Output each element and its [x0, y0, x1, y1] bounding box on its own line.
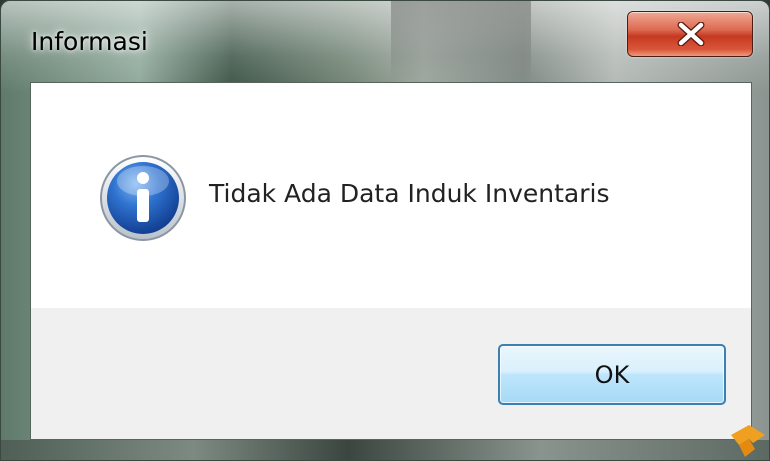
window-title: Informasi — [31, 27, 148, 56]
close-icon — [677, 22, 705, 46]
watermark-logo-icon — [731, 425, 765, 457]
window-bottom-frame — [1, 440, 769, 460]
dialog-body: Tidak Ada Data Induk Inventaris OK — [30, 82, 752, 440]
dialog-window: Informasi Tidak Ada Data Induk Inventari… — [0, 0, 770, 461]
message-text: Tidak Ada Data Induk Inventaris — [209, 179, 610, 208]
info-icon — [100, 155, 186, 241]
close-button[interactable] — [627, 11, 753, 57]
message-area: Tidak Ada Data Induk Inventaris — [31, 83, 751, 308]
ok-button[interactable]: OK — [498, 344, 726, 405]
frame-decoration — [391, 1, 531, 81]
button-bar: OK — [31, 308, 751, 439]
